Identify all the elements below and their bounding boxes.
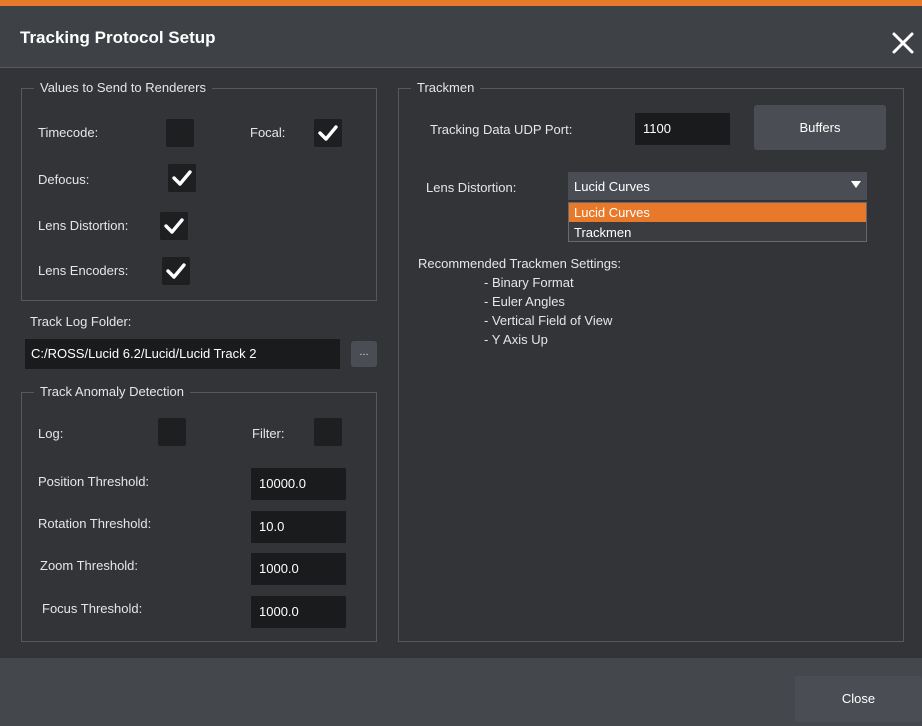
recommended-item: - Binary Format bbox=[484, 275, 574, 290]
rotation-threshold-label: Rotation Threshold: bbox=[38, 516, 152, 531]
trackmen-lens-distortion-label: Lens Distortion: bbox=[426, 180, 517, 195]
recommended-item: - Y Axis Up bbox=[484, 332, 548, 347]
recommended-item: - Vertical Field of View bbox=[484, 313, 613, 328]
lens-distortion-selected: Lucid Curves bbox=[574, 179, 650, 194]
track-log-label: Track Log Folder: bbox=[30, 314, 132, 329]
renderers-legend: Values to Send to Renderers bbox=[34, 80, 212, 95]
buffers-button[interactable]: Buffers bbox=[754, 105, 886, 150]
checkmark-icon bbox=[164, 218, 184, 234]
filter-label: Filter: bbox=[252, 426, 285, 441]
defocus-label: Defocus: bbox=[38, 172, 90, 187]
udp-port-label: Tracking Data UDP Port: bbox=[430, 122, 573, 137]
close-button[interactable]: Close bbox=[795, 676, 922, 722]
focus-threshold-label: Focus Threshold: bbox=[42, 601, 143, 616]
log-checkbox[interactable] bbox=[158, 418, 186, 446]
timecode-checkbox[interactable] bbox=[166, 119, 194, 147]
lens-distortion-checkbox[interactable] bbox=[160, 212, 188, 240]
close-icon[interactable] bbox=[890, 30, 916, 56]
lens-encoders-label: Lens Encoders: bbox=[38, 263, 129, 278]
rotation-threshold-input[interactable]: 10.0 bbox=[251, 511, 346, 543]
focal-label: Focal: bbox=[250, 125, 286, 140]
browse-button[interactable]: ... bbox=[351, 341, 377, 367]
zoom-threshold-input[interactable]: 1000.0 bbox=[251, 553, 346, 585]
track-log-path-field[interactable]: C:/ROSS/Lucid 6.2/Lucid/Lucid Track 2 bbox=[25, 339, 340, 369]
trackmen-legend: Trackmen bbox=[411, 80, 481, 95]
lens-distortion-option-trackmen[interactable]: Trackmen bbox=[569, 223, 866, 242]
position-threshold-input[interactable]: 10000.0 bbox=[251, 468, 346, 500]
position-threshold-label: Position Threshold: bbox=[38, 474, 150, 489]
dialog-footer: Close bbox=[0, 658, 922, 726]
focal-checkbox[interactable] bbox=[314, 119, 342, 147]
recommended-settings-title: Recommended Trackmen Settings: bbox=[418, 256, 622, 271]
zoom-threshold-label: Zoom Threshold: bbox=[40, 558, 139, 573]
checkmark-icon bbox=[166, 263, 186, 279]
timecode-label: Timecode: bbox=[38, 125, 99, 140]
recommended-item: - Euler Angles bbox=[484, 294, 565, 309]
log-label: Log: bbox=[38, 426, 64, 441]
lens-distortion-dropdown: Lucid Curves Trackmen bbox=[568, 202, 867, 242]
anomaly-legend: Track Anomaly Detection bbox=[34, 384, 191, 399]
udp-port-input[interactable]: 1100 bbox=[635, 113, 730, 145]
lens-encoders-checkbox[interactable] bbox=[162, 257, 190, 285]
defocus-checkbox[interactable] bbox=[168, 164, 196, 192]
tracking-protocol-dialog: Tracking Protocol Setup Values to Send t… bbox=[0, 0, 922, 726]
title-bar: Tracking Protocol Setup bbox=[0, 6, 922, 68]
focus-threshold-input[interactable]: 1000.0 bbox=[251, 596, 346, 628]
dialog-title: Tracking Protocol Setup bbox=[20, 28, 216, 47]
checkmark-icon bbox=[172, 170, 192, 186]
lens-distortion-label: Lens Distortion: bbox=[38, 218, 129, 233]
checkmark-icon bbox=[318, 125, 338, 141]
lens-distortion-select[interactable]: Lucid Curves bbox=[568, 172, 867, 200]
filter-checkbox[interactable] bbox=[314, 418, 342, 446]
lens-distortion-option-lucid-curves[interactable]: Lucid Curves bbox=[569, 203, 866, 222]
chevron-down-icon bbox=[851, 181, 861, 188]
